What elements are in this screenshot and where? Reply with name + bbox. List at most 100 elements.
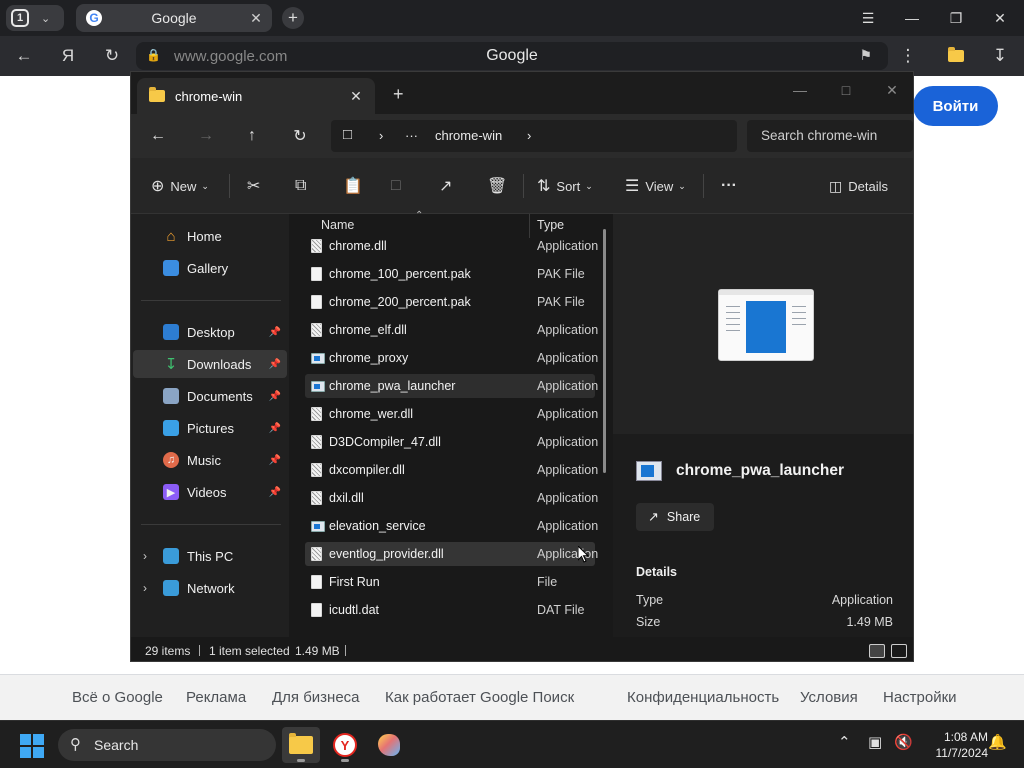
chevron-right-icon[interactable]: › <box>143 581 147 595</box>
pin-icon[interactable]: 📌 <box>269 487 281 498</box>
copy-button[interactable]: ⧉ <box>295 174 312 198</box>
file-row[interactable]: chrome_200_percent.pak PAK File <box>305 290 595 314</box>
nav-item-videos[interactable]: ▶ Videos 📌 <box>133 478 287 506</box>
forward-arrow-icon[interactable]: → <box>193 124 219 148</box>
file-row[interactable]: elevation_service Application <box>305 514 598 538</box>
file-row[interactable]: chrome.dll Application <box>305 234 598 258</box>
nav-item-network[interactable]: › Network <box>133 574 287 602</box>
footer-link-how-search-works[interactable]: Как работает Google Поиск <box>385 689 574 706</box>
rename-button[interactable]: □ <box>391 174 407 198</box>
sort-button[interactable]: ⇅ Sort ⌄ <box>537 174 593 198</box>
refresh-icon[interactable]: ↻ <box>287 124 313 148</box>
pin-icon[interactable]: 📌 <box>269 423 281 434</box>
breadcrumb-current[interactable]: chrome-win <box>435 128 502 143</box>
breadcrumb[interactable]: □ › ··· chrome-win › <box>331 120 737 152</box>
new-tab-icon[interactable]: + <box>393 84 404 105</box>
breadcrumb-more[interactable]: ··· <box>405 128 418 143</box>
browser-tab-google[interactable]: G Google ✕ <box>76 4 272 32</box>
file-row[interactable]: chrome_100_percent.pak PAK File <box>305 262 595 286</box>
file-row[interactable]: icudtl.dat DAT File <box>305 598 595 622</box>
details-share-button[interactable]: ↗ Share <box>636 503 714 531</box>
close-tab-icon[interactable]: ✕ <box>246 10 266 27</box>
taskbar-yandex-browser[interactable]: Y <box>326 727 364 763</box>
chevron-right-icon[interactable]: › <box>143 549 147 563</box>
nav-item-music[interactable]: ♫ Music 📌 <box>133 446 287 474</box>
chevron-right-icon[interactable]: › <box>527 128 531 143</box>
file-row[interactable]: chrome_pwa_launcher Application <box>305 374 598 398</box>
browser-minimize-button[interactable]: — <box>890 0 934 36</box>
nav-item-desktop[interactable]: Desktop 📌 <box>133 318 287 346</box>
yandex-button-icon[interactable]: Я <box>56 44 80 68</box>
pin-icon[interactable]: 📌 <box>269 359 281 370</box>
pin-icon[interactable]: 📌 <box>269 327 281 338</box>
file-row[interactable]: dxcompiler.dll Application <box>305 458 598 482</box>
login-button[interactable]: Войти <box>913 86 998 126</box>
pin-icon[interactable]: 📌 <box>269 391 281 402</box>
explorer-close-button[interactable]: ✕ <box>869 76 913 104</box>
nav-item-this-pc[interactable]: › This PC <box>133 542 287 570</box>
share-button[interactable]: ↗ <box>439 174 458 198</box>
browser-menu-icon[interactable]: ☰ <box>846 0 890 36</box>
footer-link-terms[interactable]: Условия <box>800 689 858 706</box>
pin-icon[interactable]: 📌 <box>269 455 281 466</box>
browser-restore-button[interactable]: ❐ <box>934 0 978 36</box>
notification-bell-icon[interactable]: 🔔 <box>988 733 1007 751</box>
nav-item-pictures[interactable]: Pictures 📌 <box>133 414 287 442</box>
monitor-icon[interactable]: □ <box>343 126 352 143</box>
up-arrow-icon[interactable]: ↑ <box>239 124 265 148</box>
nav-item-documents[interactable]: Documents 📌 <box>133 382 287 410</box>
file-row[interactable]: chrome_wer.dll Application <box>305 402 598 426</box>
windows-start-icon[interactable] <box>20 734 44 758</box>
download-icon[interactable]: ↧ <box>988 44 1012 68</box>
chevron-up-icon[interactable]: ⌃ <box>838 733 851 751</box>
file-row[interactable]: chrome_elf.dll Application <box>305 318 598 342</box>
explorer-maximize-button[interactable]: □ <box>823 76 869 104</box>
file-list-scrollbar[interactable] <box>603 229 606 473</box>
tab-counter-button[interactable]: 1 ⌄ <box>6 5 64 31</box>
footer-link-business[interactable]: Для бизнеса <box>272 689 360 706</box>
reload-icon[interactable]: ↻ <box>100 44 124 68</box>
taskbar-search-input[interactable]: ⚲ Search <box>58 729 276 761</box>
more-options-icon[interactable]: ⋮ <box>896 44 920 68</box>
browser-close-button[interactable]: ✕ <box>978 0 1022 36</box>
network-status-icon[interactable]: ▣ <box>868 733 882 751</box>
details-view-icon[interactable] <box>869 644 885 658</box>
footer-link-privacy[interactable]: Конфиденциальность <box>627 689 779 706</box>
file-row[interactable]: dxil.dll Application <box>305 486 598 510</box>
view-button[interactable]: ☰ View ⌄ <box>625 174 686 198</box>
system-clock[interactable]: 1:08 AM 11/7/2024 <box>918 729 989 761</box>
explorer-minimize-button[interactable]: — <box>777 76 823 104</box>
nav-item-downloads[interactable]: ↧ Downloads 📌 <box>133 350 287 378</box>
tiles-view-icon[interactable] <box>891 644 907 658</box>
chevron-right-icon[interactable]: › <box>379 128 383 143</box>
delete-button[interactable]: 🗑 <box>487 174 513 198</box>
taskbar-paint[interactable] <box>370 727 408 763</box>
more-options-button[interactable]: ··· <box>721 174 737 198</box>
volume-muted-icon[interactable]: 🔇 <box>894 733 913 751</box>
back-arrow-icon[interactable]: ← <box>145 124 171 148</box>
details-button[interactable]: ◫ Details <box>829 174 888 198</box>
paste-button[interactable]: 📋 <box>343 174 369 198</box>
cut-button[interactable]: ✂ <box>247 174 266 198</box>
explorer-tab-chrome-win[interactable]: chrome-win ✕ <box>137 78 375 114</box>
file-row[interactable]: D3DCompiler_47.dll Application <box>305 430 598 454</box>
search-input[interactable]: Search chrome-win <box>747 120 913 152</box>
footer-link-about[interactable]: Всё о Google <box>72 689 163 706</box>
footer-link-ads[interactable]: Реклама <box>186 689 246 706</box>
new-button[interactable]: ⊕ New ⌄ <box>151 174 209 198</box>
close-tab-icon[interactable]: ✕ <box>345 88 367 105</box>
column-header-name[interactable]: Name <box>321 218 354 232</box>
taskbar-file-explorer[interactable] <box>282 727 320 763</box>
file-row[interactable]: eventlog_provider.dll Application <box>305 542 598 566</box>
nav-item-gallery[interactable]: Gallery <box>133 254 287 282</box>
file-row[interactable]: chrome_proxy Application <box>305 346 598 370</box>
address-bar[interactable]: 🔒 www.google.com Google ⚑ <box>136 42 888 70</box>
back-arrow-icon[interactable]: ← <box>12 44 36 68</box>
downloads-folder-icon[interactable] <box>944 44 968 68</box>
column-header-type[interactable]: Type <box>537 218 564 232</box>
footer-link-settings[interactable]: Настройки <box>883 689 957 706</box>
new-tab-button[interactable]: + <box>282 7 304 29</box>
bookmark-icon[interactable]: ⚑ <box>859 47 872 64</box>
nav-item-home[interactable]: ⌂ Home <box>133 222 287 250</box>
file-row[interactable]: First Run File <box>305 570 595 594</box>
